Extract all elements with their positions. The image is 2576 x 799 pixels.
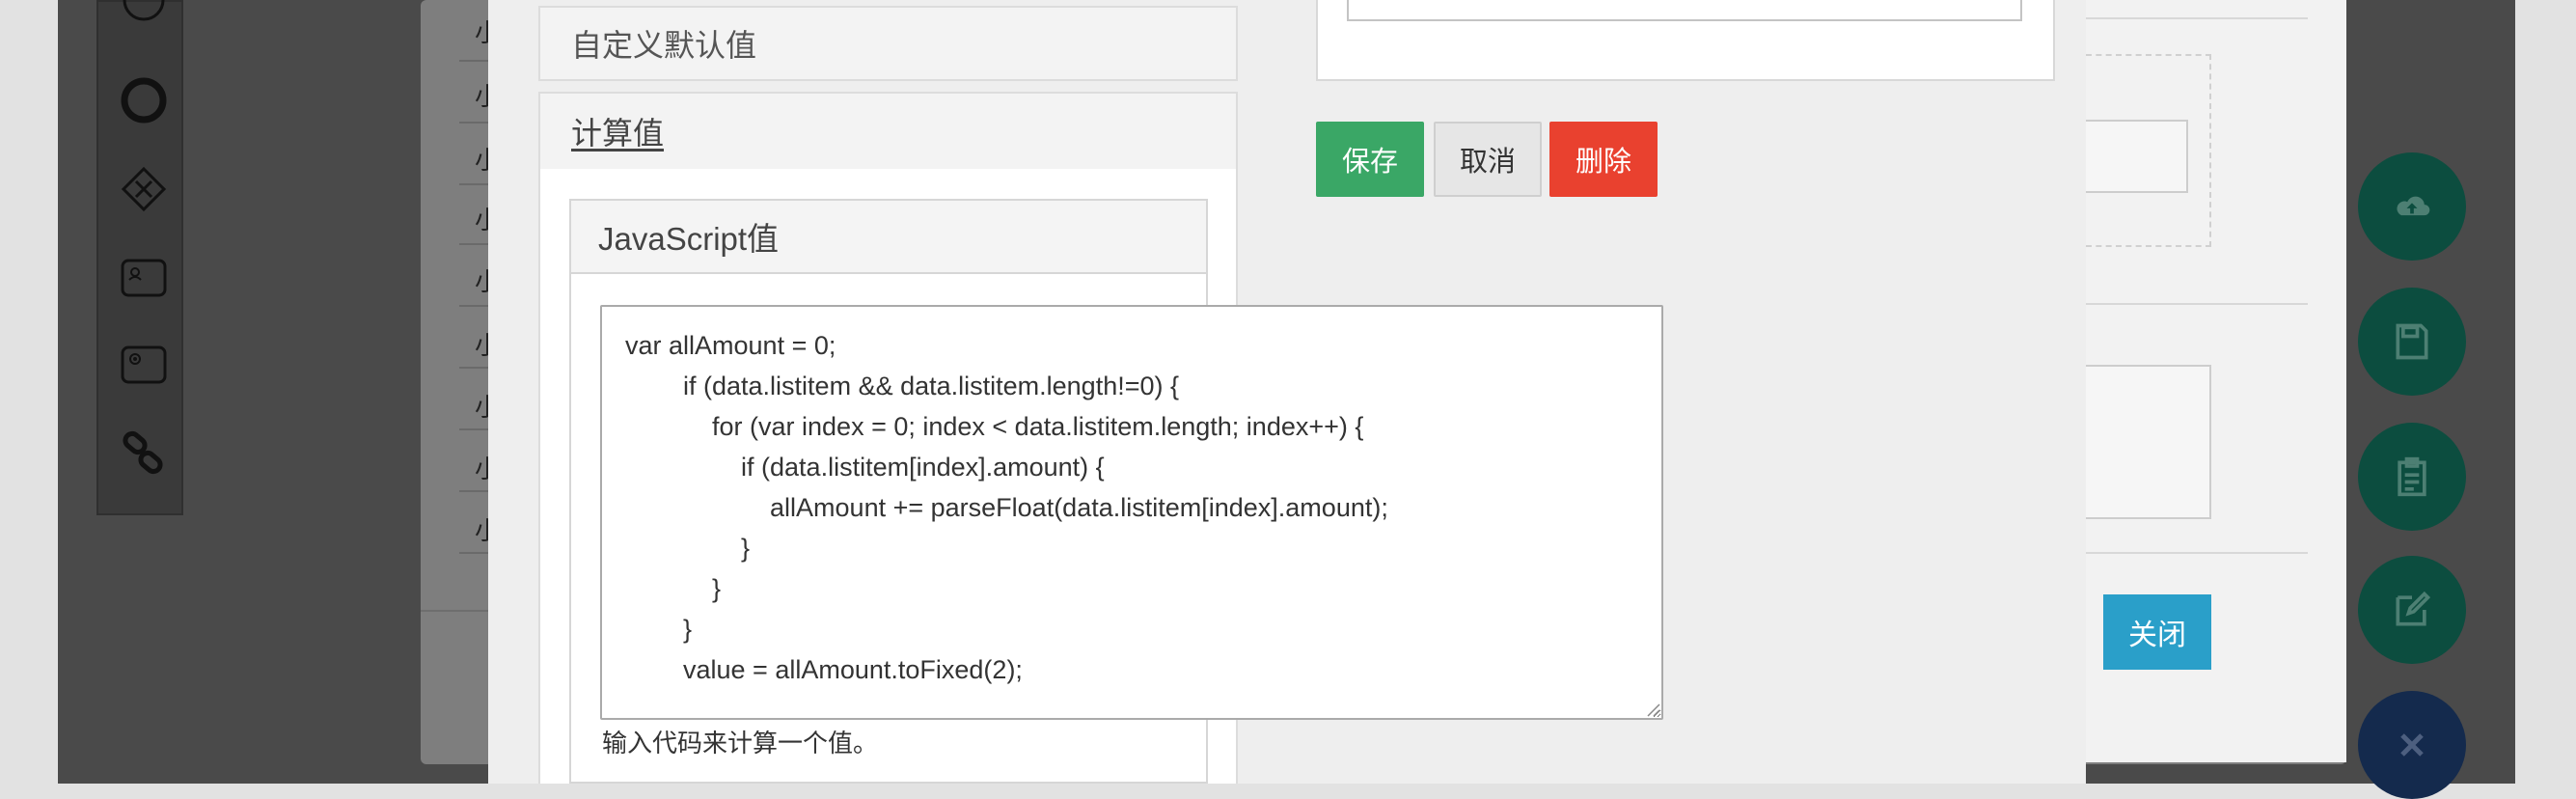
cloud-upload-button[interactable] xyxy=(2358,152,2466,261)
clipboard-icon xyxy=(2398,456,2426,497)
delete-button[interactable]: 删除 xyxy=(1549,122,1658,197)
property-textarea[interactable] xyxy=(2086,365,2211,519)
javascript-panel-title: JavaScript值 xyxy=(598,221,780,257)
cloud-upload-icon xyxy=(2397,196,2430,216)
save-fab-button[interactable] xyxy=(2358,288,2466,396)
javascript-panel-header: JavaScript值 xyxy=(571,201,1206,274)
service-task-icon[interactable] xyxy=(121,342,167,388)
gateway-icon[interactable] xyxy=(121,166,167,212)
settings-input[interactable] xyxy=(1347,0,2022,21)
row-divider xyxy=(2086,303,2308,305)
save-icon xyxy=(2396,323,2428,360)
accordion-calculated-value[interactable]: 计算值 xyxy=(538,92,1238,171)
accordion-calculated-value-label: 计算值 xyxy=(571,116,665,151)
clipboard-button[interactable] xyxy=(2358,423,2466,531)
connection-icon[interactable] xyxy=(121,430,167,477)
accordion-default-value[interactable]: 自定义默认值 xyxy=(538,6,1238,81)
close-icon xyxy=(2400,733,2424,757)
user-task-icon[interactable] xyxy=(121,255,167,301)
save-button[interactable]: 保存 xyxy=(1316,122,1424,197)
code-help-text: 输入代码来计算一个值。 xyxy=(602,729,879,758)
edit-icon xyxy=(2396,591,2431,626)
row-divider xyxy=(2086,17,2308,19)
resize-grip-icon[interactable] xyxy=(1644,701,1661,718)
property-input[interactable] xyxy=(2086,120,2188,193)
footer-divider xyxy=(2086,552,2308,554)
circle-thin-icon[interactable] xyxy=(121,0,167,23)
accordion-default-value-label: 自定义默认值 xyxy=(571,28,757,63)
close-button[interactable]: 关闭 xyxy=(2103,594,2211,670)
cancel-button[interactable]: 取消 xyxy=(1434,122,1542,197)
circle-bold-icon[interactable] xyxy=(121,77,167,124)
javascript-code-editor[interactable]: var allAmount = 0; if (data.listitem && … xyxy=(600,305,1663,720)
close-fab-button[interactable] xyxy=(2358,691,2466,799)
edit-button[interactable] xyxy=(2358,556,2466,664)
shape-palette xyxy=(96,0,183,515)
